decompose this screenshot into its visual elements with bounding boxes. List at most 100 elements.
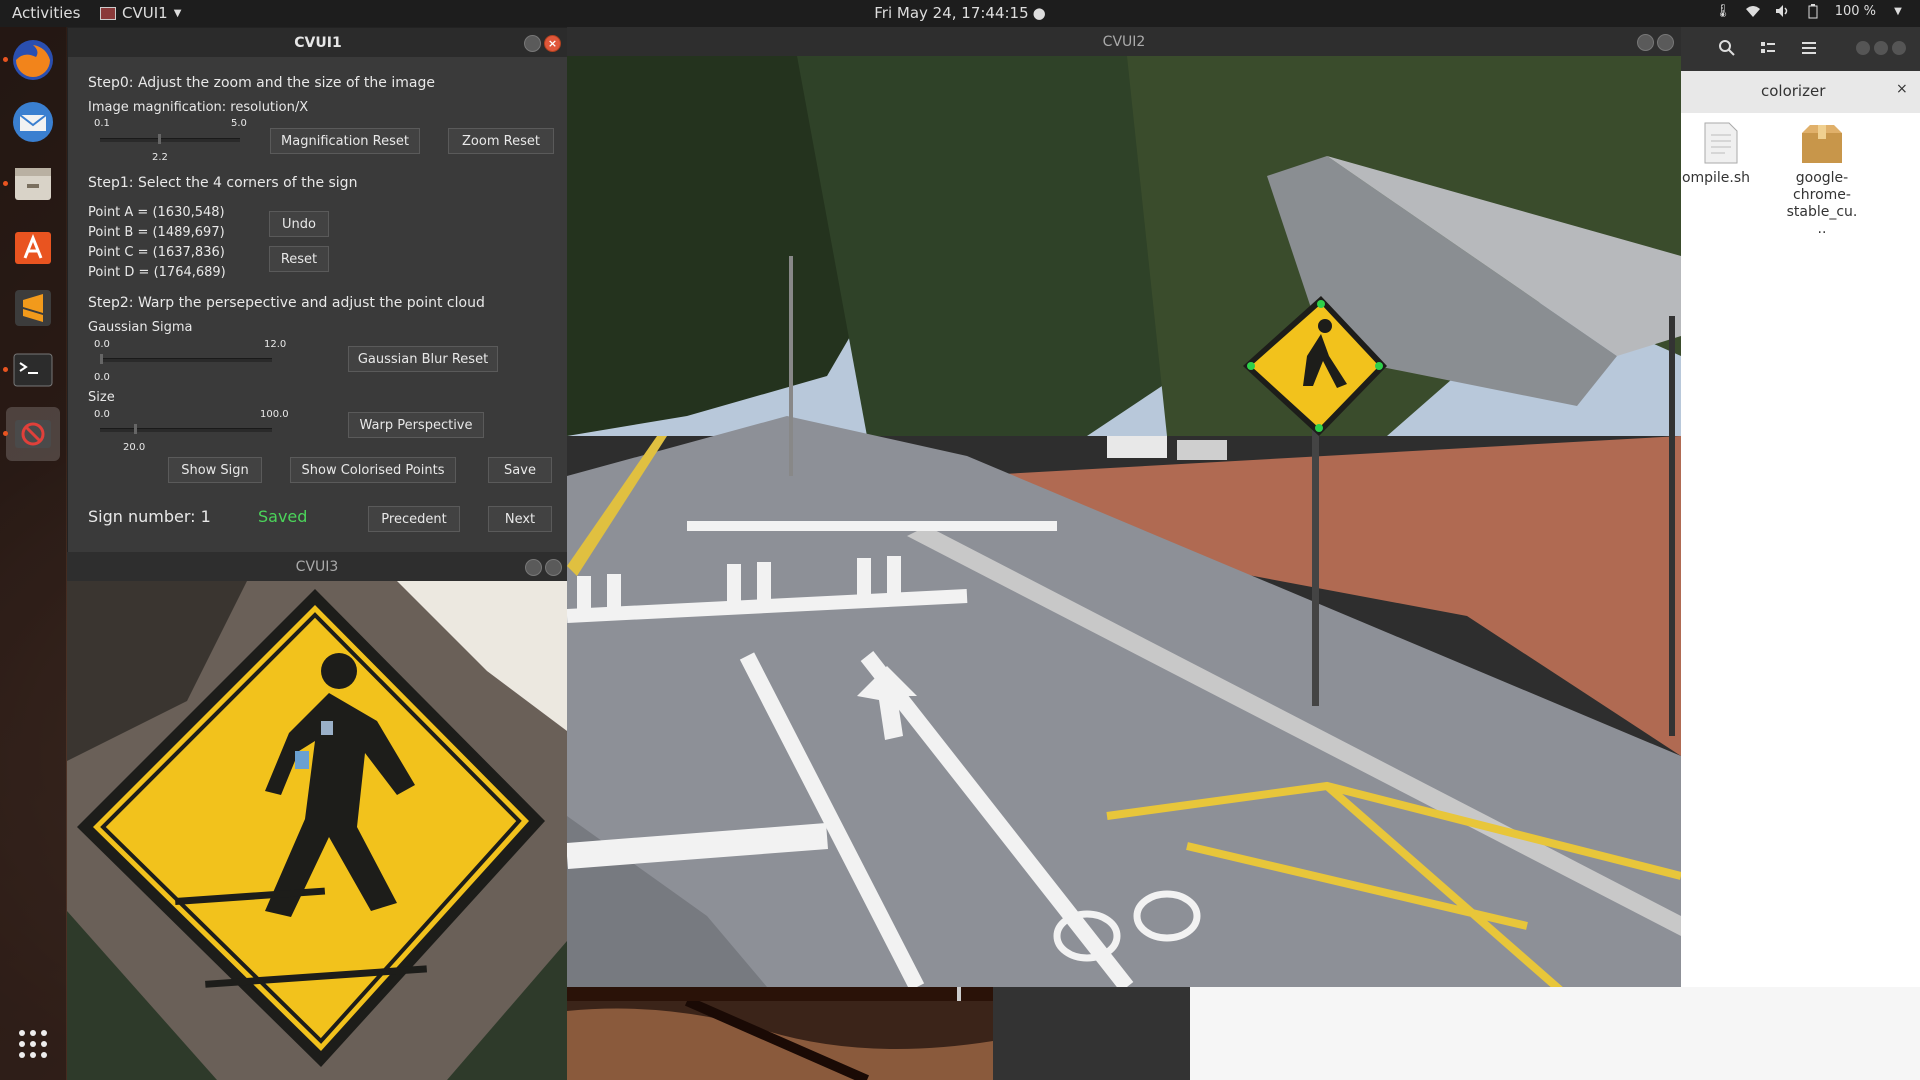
script-file-icon xyxy=(1704,122,1738,164)
point-c: Point C = (1637,836) xyxy=(88,245,225,260)
next-button[interactable]: Next xyxy=(488,506,552,532)
package-icon xyxy=(1802,125,1842,163)
thunderbird-icon xyxy=(13,102,53,142)
file-item[interactable]: ompile.sh xyxy=(1681,121,1761,187)
reset-button[interactable]: Reset xyxy=(269,246,329,272)
cvui1-window: CVUI1 × Step0: Adjust the zoom and the s… xyxy=(67,27,569,554)
point-b: Point B = (1489,697) xyxy=(88,225,225,240)
app-menu-label: CVUI1 xyxy=(122,4,168,22)
battery-icon[interactable] xyxy=(1805,3,1821,19)
chevron-down-icon: ▼ xyxy=(173,7,182,19)
gauss-min: 0.0 xyxy=(94,339,110,350)
firefox-icon xyxy=(13,40,53,80)
app-menu[interactable]: CVUI1 ▼ xyxy=(100,4,181,22)
undo-button[interactable]: Undo xyxy=(269,211,329,237)
window-title: CVUI2 xyxy=(1102,33,1146,50)
clock[interactable]: Fri May 24, 17:44:15 xyxy=(874,4,1028,22)
cvui2-window: CVUI2 xyxy=(567,27,1681,987)
close-button[interactable] xyxy=(545,559,562,576)
size-slider[interactable] xyxy=(100,428,272,432)
dock-thunderbird[interactable] xyxy=(6,95,60,149)
size-value: 20.0 xyxy=(123,442,146,453)
maximize-button[interactable] xyxy=(1874,41,1888,55)
close-button[interactable] xyxy=(1892,41,1906,55)
gauss-value: 0.0 xyxy=(94,372,110,383)
step2-heading: Step2: Warp the persepective and adjust … xyxy=(88,295,485,311)
warped-sign-image xyxy=(67,581,567,1080)
file-manager-header xyxy=(1681,27,1920,71)
warp-perspective-button[interactable]: Warp Perspective xyxy=(348,412,484,438)
show-colorised-points-button[interactable]: Show Colorised Points xyxy=(290,457,456,483)
dock-firefox[interactable] xyxy=(3,33,60,87)
cvui3-window: CVUI3 xyxy=(67,552,567,1080)
size-slider-handle[interactable] xyxy=(134,424,137,434)
dock-sublime[interactable] xyxy=(6,281,60,335)
view-options-icon[interactable] xyxy=(1760,40,1776,60)
cvui3-titlebar[interactable]: CVUI3 xyxy=(67,552,567,581)
file-list: ompile.sh google-chrome-stable_cu... xyxy=(1681,113,1920,1003)
volume-icon[interactable] xyxy=(1775,3,1791,19)
software-center-icon xyxy=(15,232,51,264)
cvui2-titlebar[interactable]: CVUI2 xyxy=(567,27,1681,56)
search-icon[interactable] xyxy=(1718,39,1736,61)
gaussian-slider-handle[interactable] xyxy=(100,354,103,364)
save-button[interactable]: Save xyxy=(488,457,552,483)
activities-button[interactable]: Activities xyxy=(12,4,80,22)
close-button[interactable] xyxy=(1657,34,1674,51)
close-button[interactable]: × xyxy=(544,35,561,52)
show-applications-button[interactable] xyxy=(6,1017,60,1071)
step1-heading: Step1: Select the 4 corners of the sign xyxy=(88,175,358,191)
step0-heading: Step0: Adjust the zoom and the size of t… xyxy=(88,75,435,91)
warped-sign-view[interactable] xyxy=(67,581,567,1080)
menu-icon[interactable] xyxy=(1801,40,1817,60)
mag-value: 2.2 xyxy=(152,152,168,163)
size-max: 100.0 xyxy=(260,409,289,420)
running-indicator xyxy=(3,431,8,436)
top-bar: Activities CVUI1 ▼ Fri May 24, 17:44:15 ●… xyxy=(0,0,1920,27)
window-title: CVUI1 xyxy=(294,34,342,51)
minimize-button[interactable] xyxy=(524,35,541,52)
magnification-slider[interactable] xyxy=(100,138,240,142)
tab-colorizer[interactable]: colorizer × xyxy=(1681,71,1920,114)
magnification-label: Image magnification: resolution/X xyxy=(88,100,309,115)
gaussian-blur-reset-button[interactable]: Gaussian Blur Reset xyxy=(348,346,498,372)
zoom-reset-button[interactable]: Zoom Reset xyxy=(448,128,554,154)
temperature-icon[interactable]: 🌡 xyxy=(1714,3,1731,19)
magnification-reset-button[interactable]: Magnification Reset xyxy=(270,128,420,154)
background-window-fragment xyxy=(993,987,1190,1080)
wifi-icon[interactable] xyxy=(1745,3,1761,19)
app-window-icon xyxy=(100,6,116,20)
point-a: Point A = (1630,548) xyxy=(88,205,225,220)
app-grid-icon xyxy=(19,1030,47,1058)
close-tab-icon[interactable]: × xyxy=(1896,81,1908,97)
file-item[interactable]: google-chrome-stable_cu... xyxy=(1767,121,1877,238)
terminal-icon xyxy=(13,353,53,387)
cvui1-titlebar[interactable]: CVUI1 × xyxy=(68,28,568,57)
dock-software[interactable] xyxy=(6,219,60,273)
chevron-down-icon[interactable]: ▼ xyxy=(1890,3,1906,19)
sublime-text-icon xyxy=(15,290,51,326)
no-entry-icon xyxy=(15,420,51,448)
files-icon xyxy=(15,168,51,200)
running-indicator xyxy=(3,181,8,186)
saved-status: Saved xyxy=(258,507,308,526)
scene-image-view[interactable] xyxy=(567,56,1681,987)
dock-terminal[interactable] xyxy=(3,343,60,397)
minimize-button[interactable] xyxy=(1856,41,1870,55)
magnification-slider-handle[interactable] xyxy=(158,134,161,144)
notification-dot-icon: ● xyxy=(1032,4,1046,22)
street-scene-image xyxy=(567,56,1681,987)
running-indicator xyxy=(3,367,8,372)
system-tray[interactable]: 🌡 100 % ▼ xyxy=(1714,3,1906,19)
minimize-button[interactable] xyxy=(1637,34,1654,51)
minimize-button[interactable] xyxy=(525,559,542,576)
dock-files[interactable] xyxy=(3,157,60,211)
precedent-button[interactable]: Precedent xyxy=(368,506,460,532)
size-min: 0.0 xyxy=(94,409,110,420)
show-sign-button[interactable]: Show Sign xyxy=(168,457,262,483)
gaussian-sigma-slider[interactable] xyxy=(100,358,272,362)
battery-percent: 100 % xyxy=(1834,3,1876,19)
dock-cvui-app[interactable] xyxy=(3,407,60,461)
gaussian-sigma-label: Gaussian Sigma xyxy=(88,320,193,335)
background-window-fragment xyxy=(1190,987,1920,1080)
